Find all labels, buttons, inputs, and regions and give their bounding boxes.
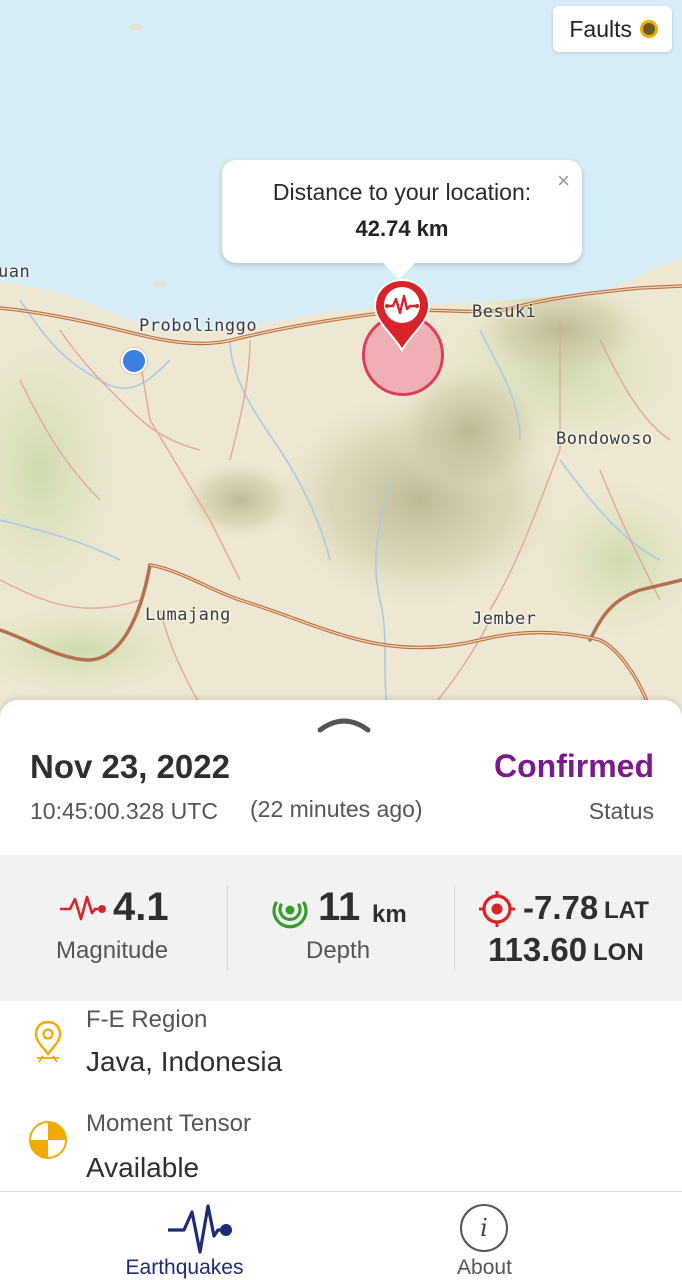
location-target-icon bbox=[479, 891, 515, 927]
latitude-unit: LAT bbox=[604, 897, 649, 924]
longitude-unit: LON bbox=[593, 939, 644, 966]
moment-tensor-value: Available bbox=[86, 1152, 200, 1183]
faults-toggle-button[interactable]: Faults bbox=[553, 6, 672, 52]
moment-tensor-beachball-icon bbox=[29, 1121, 67, 1159]
distance-value: 42.74 km bbox=[355, 216, 449, 241]
map-label-edge: uan bbox=[0, 262, 31, 282]
depth-stat: 11 km Depth bbox=[228, 855, 454, 1001]
event-stats-panel: 4.1 Magnitude 11 km Depth -7.78 LAT 113.… bbox=[0, 855, 682, 1001]
magnitude-seismograph-icon bbox=[60, 895, 106, 921]
event-date: Nov 23, 2022 bbox=[30, 748, 230, 785]
depth-value: 11 bbox=[318, 885, 361, 929]
magnitude-stat: 4.1 Magnitude bbox=[0, 855, 227, 1001]
sheet-expand-handle-icon[interactable] bbox=[316, 712, 372, 734]
map-label-probolinggo: Probolinggo bbox=[139, 316, 258, 336]
latitude-value: -7.78 bbox=[523, 889, 599, 926]
magnitude-value: 4.1 bbox=[113, 885, 169, 929]
info-icon: i bbox=[460, 1204, 508, 1252]
map-view[interactable]: uan Probolinggo Besuki Bondowoso Lumajan… bbox=[0, 0, 682, 720]
user-location-marker[interactable] bbox=[121, 348, 147, 374]
faults-indicator-icon bbox=[640, 20, 658, 38]
fe-region-row: F-E Region Java, Indonesia bbox=[0, 1002, 682, 1102]
region-pin-icon bbox=[34, 1020, 62, 1063]
tab-about[interactable]: i About bbox=[341, 1192, 682, 1280]
earthquakes-seismograph-icon bbox=[168, 1204, 232, 1254]
distance-popup: Distance to your location: 42.74 km × bbox=[222, 160, 582, 279]
depth-label: Depth bbox=[306, 937, 371, 964]
earthquake-pin-icon[interactable] bbox=[373, 278, 431, 352]
depth-rings-icon bbox=[272, 901, 308, 929]
moment-tensor-row[interactable]: Moment Tensor Available bbox=[0, 1106, 682, 1196]
map-label-besuki: Besuki bbox=[472, 302, 537, 322]
event-status-label: Status bbox=[588, 798, 654, 824]
event-status-value: Confirmed bbox=[494, 748, 654, 784]
fe-region-label: F-E Region bbox=[86, 1006, 208, 1033]
depth-unit: km bbox=[372, 901, 407, 928]
magnitude-label: Magnitude bbox=[56, 937, 169, 964]
tab-about-label: About bbox=[457, 1256, 512, 1279]
distance-popup-title: Distance to your location: bbox=[272, 179, 532, 205]
bottom-navigation: Earthquakes i About bbox=[0, 1191, 682, 1280]
popup-close-button[interactable]: × bbox=[557, 168, 570, 194]
map-label-bondowoso: Bondowoso bbox=[556, 429, 653, 449]
event-relative-time: (22 minutes ago) bbox=[250, 796, 423, 822]
location-stat: -7.78 LAT 113.60 LON bbox=[455, 855, 682, 1001]
longitude-value: 113.60 bbox=[488, 931, 588, 968]
map-basemap bbox=[0, 0, 682, 720]
map-label-jember: Jember bbox=[472, 609, 537, 629]
fe-region-value: Java, Indonesia bbox=[86, 1046, 283, 1077]
moment-tensor-label: Moment Tensor bbox=[86, 1110, 251, 1137]
map-label-lumajang: Lumajang bbox=[145, 605, 231, 625]
faults-toggle-label: Faults bbox=[569, 15, 632, 42]
event-time-utc: 10:45:00.328 UTC bbox=[30, 798, 218, 824]
